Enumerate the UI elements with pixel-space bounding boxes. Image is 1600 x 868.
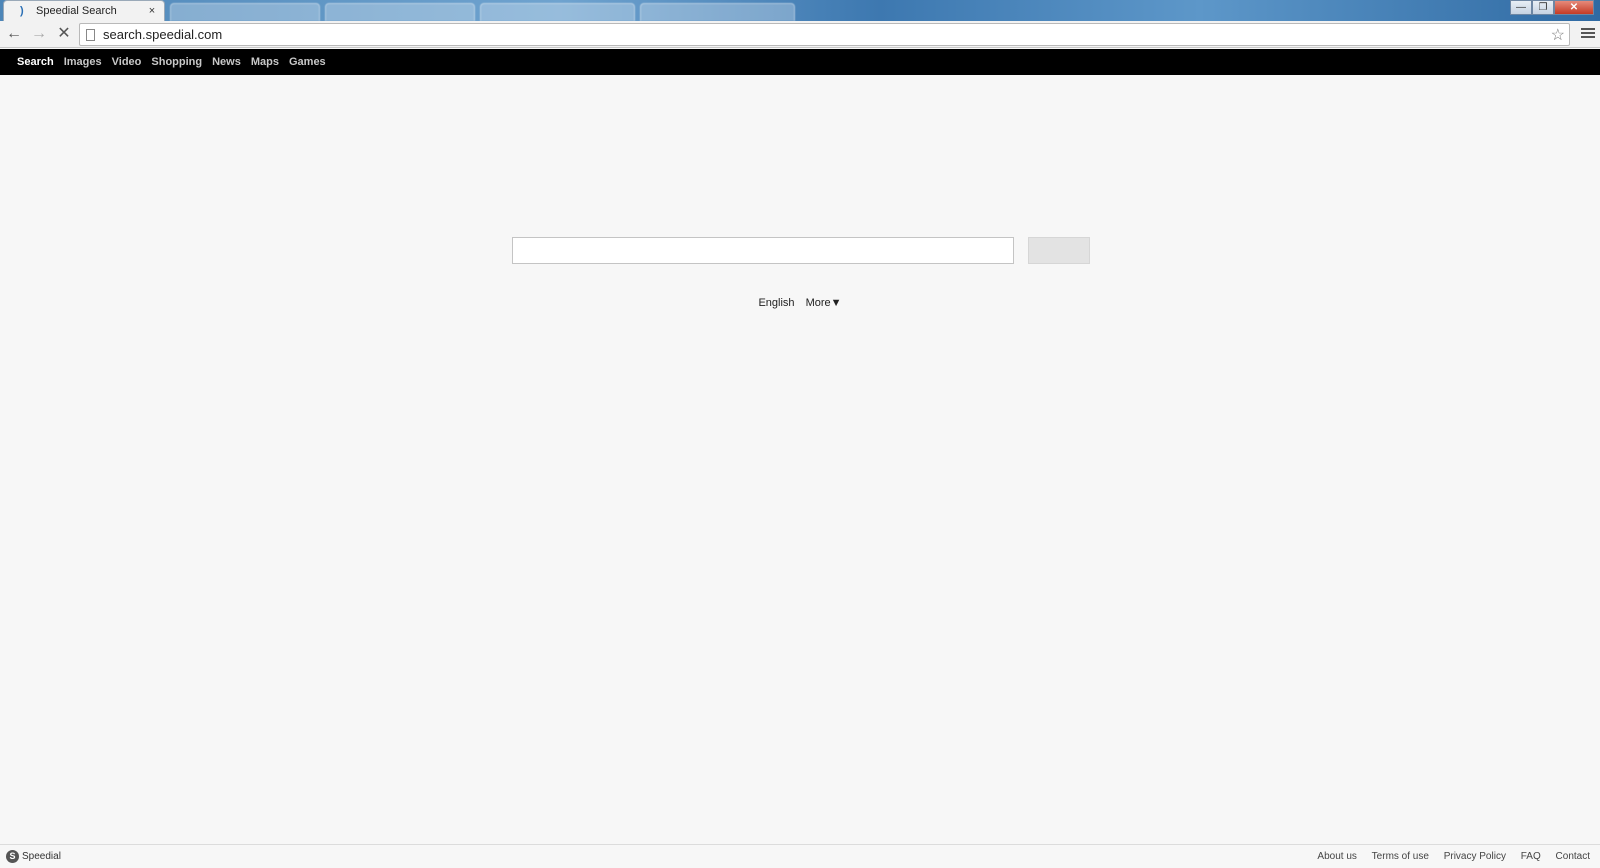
tab-speedial-search[interactable]: ) Speedial Search × <box>3 0 165 21</box>
nav-shopping[interactable]: Shopping <box>151 56 202 68</box>
footer: S Speedial About us Terms of use Privacy… <box>0 844 1600 868</box>
footer-link-terms[interactable]: Terms of use <box>1372 851 1429 862</box>
page-icon <box>86 28 95 41</box>
hamburger-menu-icon[interactable] <box>1581 26 1595 40</box>
background-tab[interactable] <box>640 3 795 21</box>
search-button[interactable] <box>1028 237 1090 264</box>
background-tab[interactable] <box>325 3 475 21</box>
language-more-dropdown[interactable]: More▼ <box>806 297 842 309</box>
speedial-favicon-icon: ) <box>20 5 24 17</box>
footer-links: About us Terms of use Privacy Policy FAQ… <box>1305 851 1590 862</box>
nav-images[interactable]: Images <box>64 56 102 68</box>
window-titlebar: ) Speedial Search × — ❐ ✕ <box>0 0 1600 21</box>
tab-close-icon[interactable]: × <box>146 5 158 17</box>
nav-video[interactable]: Video <box>112 56 142 68</box>
search-category-nav: Search Images Video Shopping News Maps G… <box>0 49 1600 75</box>
stop-loading-button[interactable]: ✕ <box>53 23 75 45</box>
url-text[interactable]: search.speedial.com <box>103 27 222 42</box>
nav-maps[interactable]: Maps <box>251 56 279 68</box>
browser-toolbar: ← → ✕ search.speedial.com ☆ <box>0 21 1600 48</box>
maximize-button[interactable]: ❐ <box>1532 0 1554 15</box>
background-tab[interactable] <box>480 3 635 21</box>
footer-link-privacy[interactable]: Privacy Policy <box>1444 851 1506 862</box>
background-tab[interactable] <box>170 3 320 21</box>
language-row: English More▼ <box>0 297 1600 309</box>
footer-logo[interactable]: S Speedial <box>6 850 61 863</box>
nav-games[interactable]: Games <box>289 56 326 68</box>
address-bar[interactable]: search.speedial.com ☆ <box>79 23 1570 46</box>
footer-link-about[interactable]: About us <box>1317 851 1356 862</box>
footer-link-faq[interactable]: FAQ <box>1521 851 1541 862</box>
close-window-button[interactable]: ✕ <box>1554 0 1594 15</box>
window-controls: — ❐ ✕ <box>1510 0 1594 15</box>
tab-title: Speedial Search <box>36 5 117 17</box>
speedial-logo-icon: S <box>6 850 19 863</box>
back-button[interactable]: ← <box>3 23 25 45</box>
search-input[interactable] <box>512 237 1014 264</box>
language-english[interactable]: English <box>758 297 794 309</box>
nav-search[interactable]: Search <box>17 56 54 68</box>
footer-link-contact[interactable]: Contact <box>1556 851 1590 862</box>
star-icon[interactable]: ☆ <box>1551 25 1565 45</box>
footer-brand: Speedial <box>22 851 61 862</box>
forward-button[interactable]: → <box>28 23 50 45</box>
nav-news[interactable]: News <box>212 56 241 68</box>
minimize-button[interactable]: — <box>1510 0 1532 15</box>
